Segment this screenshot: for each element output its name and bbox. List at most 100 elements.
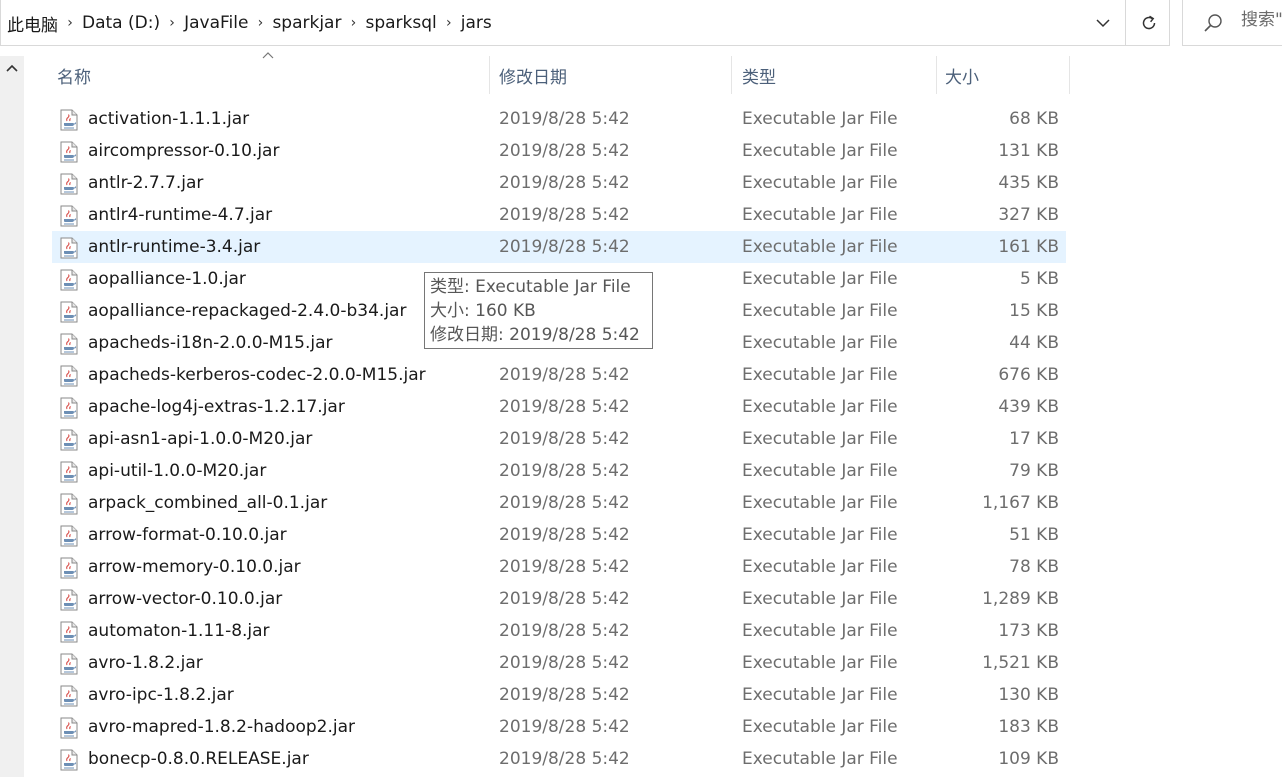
file-row[interactable]: antlr-2.7.7.jar 2019/8/28 5:42 Executable …: [52, 167, 1066, 199]
file-row[interactable]: avro-ipc-1.8.2.jar 2019/8/28 5:42 Executab…: [52, 679, 1066, 711]
file-name: api-asn1-api-1.0.0-M20.jar: [88, 429, 313, 449]
column-header-size[interactable]: 大小: [940, 56, 1070, 94]
file-row[interactable]: api-util-1.0.0-M20.jar 2019/8/28 5:42 Exec…: [52, 455, 1066, 487]
breadcrumb-jars[interactable]: jars: [461, 13, 492, 33]
file-name: apacheds-kerberos-codec-2.0.0-M15.jar: [88, 365, 426, 385]
column-header-type[interactable]: 类型: [737, 56, 937, 94]
file-type: Executable Jar File: [742, 525, 898, 545]
file-size: 183 KB: [998, 717, 1059, 737]
address-history-dropdown[interactable]: [1083, 0, 1123, 46]
file-row[interactable]: activation-1.1.1.jar 2019/8/28 5:42 Execut…: [52, 103, 1066, 135]
jar-file-icon: [58, 237, 80, 259]
file-size: 173 KB: [998, 621, 1059, 641]
file-size: 1,289 KB: [982, 589, 1059, 609]
file-name: aircompressor-0.10.jar: [88, 141, 280, 161]
refresh-button[interactable]: [1125, 0, 1171, 46]
tooltip-type: 类型: Executable Jar File: [430, 277, 631, 297]
file-name: arpack_combined_all-0.1.jar: [88, 493, 328, 513]
file-type: Executable Jar File: [742, 493, 898, 513]
jar-file-icon: [58, 653, 80, 675]
chevron-right-icon[interactable]: ›: [58, 15, 82, 31]
file-type: Executable Jar File: [742, 557, 898, 577]
file-name: api-util-1.0.0-M20.jar: [88, 461, 267, 481]
file-type: Executable Jar File: [742, 237, 898, 257]
file-name: antlr-runtime-3.4.jar: [88, 237, 261, 257]
file-row[interactable]: arrow-format-0.10.0.jar 2019/8/28 5:42 Exe…: [52, 519, 1066, 551]
file-name: arrow-format-0.10.0.jar: [88, 525, 287, 545]
breadcrumb-this-pc[interactable]: 此电脑: [7, 11, 58, 36]
file-row[interactable]: bonecp-0.8.0.RELEASE.jar 2019/8/28 5:42 Ex…: [52, 743, 1066, 775]
file-size: 68 KB: [1009, 109, 1059, 129]
file-modified-date: 2019/8/28 5:42: [499, 653, 630, 673]
file-row[interactable]: arrow-memory-0.10.0.jar 2019/8/28 5:42 Exe…: [52, 551, 1066, 583]
file-size: 51 KB: [1009, 525, 1059, 545]
chevron-right-icon[interactable]: ›: [248, 15, 272, 31]
chevron-down-icon: [1096, 18, 1110, 27]
file-row[interactable]: apacheds-kerberos-codec-2.0.0-M15.jar 201…: [52, 359, 1066, 391]
address-bar[interactable]: 此电脑 › Data (D:) › JavaFile › sparkjar › …: [0, 0, 1170, 46]
file-name: apache-log4j-extras-1.2.17.jar: [88, 397, 345, 417]
jar-file-icon: [58, 397, 80, 419]
chevron-right-icon[interactable]: ›: [160, 15, 184, 31]
tooltip-modified: 修改日期: 2019/8/28 5:42: [430, 325, 640, 345]
scroll-up-button[interactable]: [0, 56, 24, 80]
file-name: aopalliance-1.0.jar: [88, 269, 246, 289]
file-type: Executable Jar File: [742, 685, 898, 705]
chevron-right-icon[interactable]: ›: [437, 15, 461, 31]
file-row[interactable]: apache-log4j-extras-1.2.17.jar 2019/8/28 …: [52, 391, 1066, 423]
file-modified-date: 2019/8/28 5:42: [499, 493, 630, 513]
column-header-date[interactable]: 修改日期: [494, 56, 732, 94]
jar-file-icon: [58, 525, 80, 547]
file-row[interactable]: api-asn1-api-1.0.0-M20.jar 2019/8/28 5:42…: [52, 423, 1066, 455]
jar-file-icon: [58, 173, 80, 195]
file-modified-date: 2019/8/28 5:42: [499, 397, 630, 417]
file-row[interactable]: antlr4-runtime-4.7.jar 2019/8/28 5:42 Exec…: [52, 199, 1066, 231]
file-type: Executable Jar File: [742, 429, 898, 449]
file-type: Executable Jar File: [742, 109, 898, 129]
breadcrumb: 此电脑 › Data (D:) › JavaFile › sparkjar › …: [7, 0, 492, 46]
file-row[interactable]: antlr-runtime-3.4.jar 2019/8/28 5:42 Execu…: [52, 231, 1066, 263]
file-name: arrow-memory-0.10.0.jar: [88, 557, 301, 577]
jar-file-icon: [58, 461, 80, 483]
chevron-right-icon[interactable]: ›: [341, 15, 365, 31]
file-row[interactable]: arrow-vector-0.10.0.jar 2019/8/28 5:42 Exe…: [52, 583, 1066, 615]
column-header-name[interactable]: 名称: [52, 56, 490, 94]
file-size: 15 KB: [1009, 301, 1059, 321]
file-name: aopalliance-repackaged-2.4.0-b34.jar: [88, 301, 407, 321]
file-modified-date: 2019/8/28 5:42: [499, 621, 630, 641]
file-size: 130 KB: [998, 685, 1059, 705]
file-size: 161 KB: [998, 237, 1059, 257]
file-row[interactable]: avro-1.8.2.jar 2019/8/28 5:42 Executable J…: [52, 647, 1066, 679]
breadcrumb-sparkjar[interactable]: sparkjar: [272, 13, 341, 33]
breadcrumb-javafile[interactable]: JavaFile: [184, 13, 248, 33]
file-modified-date: 2019/8/28 5:42: [499, 589, 630, 609]
file-row[interactable]: aircompressor-0.10.jar 2019/8/28 5:42 Exec…: [52, 135, 1066, 167]
search-box[interactable]: [1182, 0, 1282, 46]
file-name: avro-mapred-1.8.2-hadoop2.jar: [88, 717, 356, 737]
file-size: 435 KB: [998, 173, 1059, 193]
file-type: Executable Jar File: [742, 333, 898, 353]
file-type: Executable Jar File: [742, 205, 898, 225]
navigation-pane-scrollbar[interactable]: [0, 56, 24, 777]
file-size: 44 KB: [1009, 333, 1059, 353]
file-name: automaton-1.11-8.jar: [88, 621, 270, 641]
file-name: activation-1.1.1.jar: [88, 109, 250, 129]
file-type: Executable Jar File: [742, 717, 898, 737]
jar-file-icon: [58, 301, 80, 323]
file-name: antlr-2.7.7.jar: [88, 173, 204, 193]
file-modified-date: 2019/8/28 5:42: [499, 429, 630, 449]
file-modified-date: 2019/8/28 5:42: [499, 365, 630, 385]
file-modified-date: 2019/8/28 5:42: [499, 685, 630, 705]
file-size: 131 KB: [998, 141, 1059, 161]
search-input[interactable]: [1241, 10, 1282, 30]
file-name: avro-1.8.2.jar: [88, 653, 203, 673]
jar-file-icon: [58, 717, 80, 739]
file-type: Executable Jar File: [742, 269, 898, 289]
file-size: 17 KB: [1009, 429, 1059, 449]
file-name: antlr4-runtime-4.7.jar: [88, 205, 273, 225]
file-row[interactable]: arpack_combined_all-0.1.jar 2019/8/28 5:4…: [52, 487, 1066, 519]
file-row[interactable]: automaton-1.11-8.jar 2019/8/28 5:42 Execut…: [52, 615, 1066, 647]
breadcrumb-sparksql[interactable]: sparksql: [365, 13, 436, 33]
file-row[interactable]: avro-mapred-1.8.2-hadoop2.jar 2019/8/28 5…: [52, 711, 1066, 743]
breadcrumb-drive-d[interactable]: Data (D:): [82, 13, 160, 33]
